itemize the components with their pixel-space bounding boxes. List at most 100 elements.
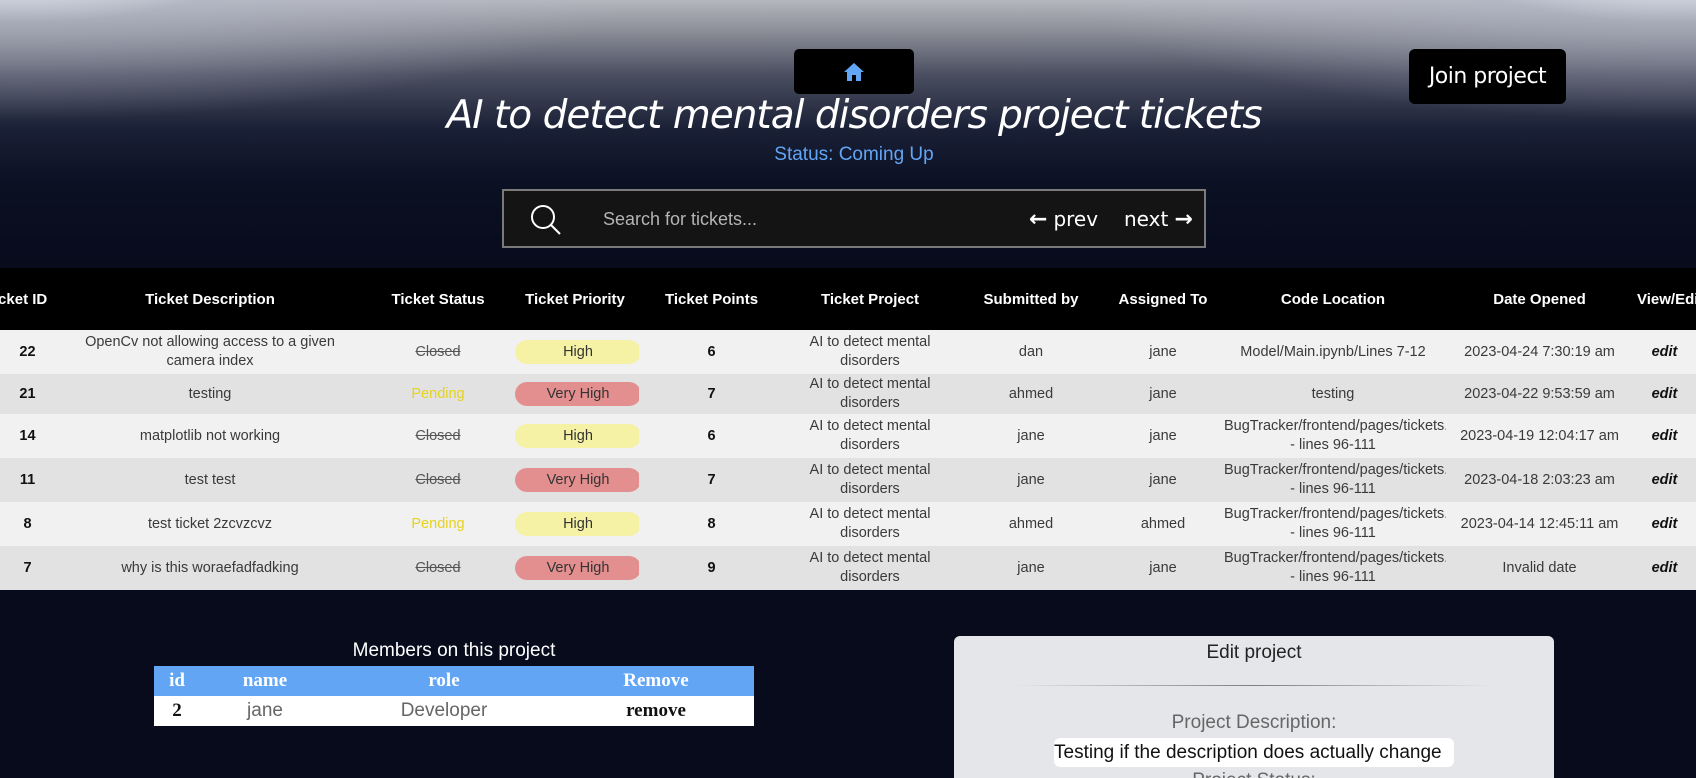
col-submitted-by: Submitted by [956,268,1106,330]
next-label: next [1124,207,1169,231]
col-code-location: Code Location [1220,268,1446,330]
remove-member-button[interactable]: remove [558,696,754,726]
ticket-assigned-to: jane [1106,458,1220,502]
member-name: jane [200,696,330,726]
prev-button[interactable]: ← prev [1029,203,1098,235]
edit-project-panel: Edit project Project Description: Projec… [954,636,1554,778]
ticket-code-location: BugTracker/frontend/pages/tickets.js - l… [1220,502,1446,546]
ticket-assigned-to: jane [1106,330,1220,374]
member-id: 2 [154,696,200,726]
ticket-priority: Very High [511,374,639,414]
ticket-id: 11 [0,458,55,502]
ticket-project: AI to detect mental disorders [784,546,956,590]
edit-link[interactable]: edit [1633,546,1696,590]
table-row[interactable]: 7 why is this woraefadfadking Closed Ver… [0,546,1696,590]
ticket-date-opened: 2023-04-24 7:30:19 am [1446,330,1633,374]
next-button[interactable]: next → [1124,203,1193,235]
ticket-date-opened: 2023-04-19 12:04:17 am [1446,414,1633,458]
home-icon [844,62,864,81]
ticket-project: AI to detect mental disorders [784,330,956,374]
project-status: Status: Coming Up [774,144,934,165]
edit-project-title: Edit project [1206,642,1302,663]
ticket-project: AI to detect mental disorders [784,414,956,458]
ticket-points: 6 [639,330,784,374]
col-member-id: id [154,666,200,696]
ticket-assigned-to: jane [1106,414,1220,458]
ticket-submitted-by: jane [956,414,1106,458]
tickets-header-row: Ticket ID Ticket Description Ticket Stat… [0,268,1696,330]
ticket-points: 8 [639,502,784,546]
ticket-submitted-by: jane [956,458,1106,502]
page-title: AI to detect mental disorders project ti… [446,93,1262,138]
ticket-status: Pending [365,502,511,546]
ticket-project: AI to detect mental disorders [784,458,956,502]
status-text: Closed [415,427,461,444]
ticket-status: Pending [365,374,511,414]
arrow-right-icon: → [1174,206,1193,232]
col-member-remove: Remove [558,666,754,696]
ticket-priority: High [511,414,639,458]
ticket-id: 22 [0,330,55,374]
members-table: id name role Remove 2 jane Developer rem… [154,666,754,726]
priority-badge: Very High [515,556,639,580]
ticket-status: Closed [365,458,511,502]
divider [1014,685,1494,686]
edit-link[interactable]: edit [1633,374,1696,414]
status-text: Closed [415,559,461,576]
ticket-id: 8 [0,502,55,546]
ticket-description: testing [55,374,365,414]
col-member-role: role [330,666,558,696]
ticket-date-opened: 2023-04-22 9:53:59 am [1446,374,1633,414]
priority-badge: Very High [515,382,639,406]
ticket-code-location: testing [1220,374,1446,414]
ticket-description: OpenCv not allowing access to a given ca… [55,330,365,374]
ticket-code-location: BugTracker/frontend/pages/tickets.js - l… [1220,414,1446,458]
table-row[interactable]: 11 test test Closed Very High 7 AI to de… [0,458,1696,502]
ticket-assigned-to: ahmed [1106,502,1220,546]
ticket-code-location: Model/Main.ipynb/Lines 7-12 [1220,330,1446,374]
project-description-input[interactable] [1054,738,1454,767]
search-input[interactable] [603,204,983,234]
project-description-label: Project Description: [1171,712,1337,733]
tickets-table: Ticket ID Ticket Description Ticket Stat… [0,268,1696,590]
status-text: Pending [411,515,465,532]
table-row[interactable]: 21 testing Pending Very High 7 AI to det… [0,374,1696,414]
ticket-description: test test [55,458,365,502]
col-ticket-id: Ticket ID [0,268,55,330]
ticket-code-location: BugTracker/frontend/pages/tickets.js - l… [1220,546,1446,590]
ticket-priority: High [511,330,639,374]
status-text: Closed [415,471,461,488]
ticket-project: AI to detect mental disorders [784,502,956,546]
col-ticket-points: Ticket Points [639,268,784,330]
ticket-status: Closed [365,330,511,374]
col-view-edit: View/Edit [1633,268,1696,330]
ticket-submitted-by: jane [956,546,1106,590]
ticket-status: Closed [365,546,511,590]
edit-link[interactable]: edit [1633,330,1696,374]
table-row[interactable]: 8 test ticket 2zcvzcvz Pending High 8 AI… [0,502,1696,546]
ticket-submitted-by: dan [956,330,1106,374]
ticket-project: AI to detect mental disorders [784,374,956,414]
ticket-points: 9 [639,546,784,590]
search-bar: ← prev next → [502,189,1206,248]
member-row: 2 jane Developer remove [154,696,754,726]
priority-badge: High [515,424,639,448]
ticket-assigned-to: jane [1106,374,1220,414]
table-row[interactable]: 22 OpenCv not allowing access to a given… [0,330,1696,374]
members-header-row: id name role Remove [154,666,754,696]
search-icon [531,205,561,235]
edit-link[interactable]: edit [1633,414,1696,458]
ticket-description: matplotlib not working [55,414,365,458]
ticket-code-location: BugTracker/frontend/pages/tickets.js - l… [1220,458,1446,502]
table-row[interactable]: 14 matplotlib not working Closed High 6 … [0,414,1696,458]
arrow-left-icon: ← [1029,206,1048,232]
col-member-name: name [200,666,330,696]
ticket-date-opened: 2023-04-18 2:03:23 am [1446,458,1633,502]
status-text: Closed [415,343,461,360]
priority-badge: High [515,340,639,364]
home-button[interactable] [794,49,914,94]
priority-badge: High [515,512,639,536]
edit-link[interactable]: edit [1633,458,1696,502]
edit-link[interactable]: edit [1633,502,1696,546]
project-status-label: Project Status: [954,770,1554,778]
